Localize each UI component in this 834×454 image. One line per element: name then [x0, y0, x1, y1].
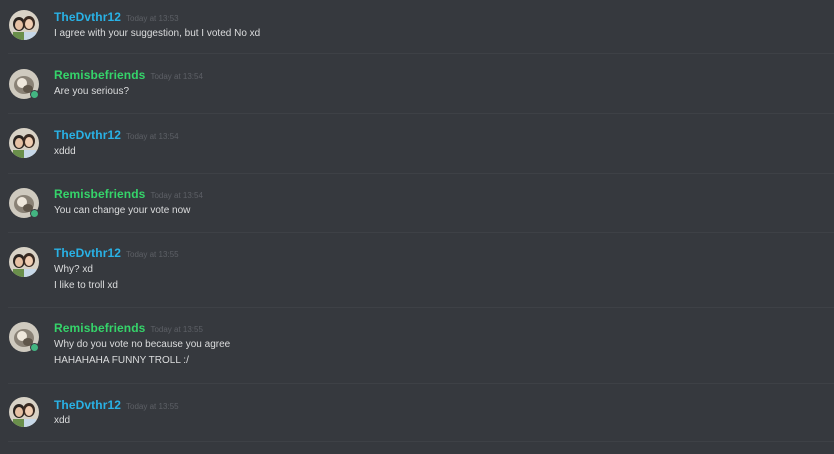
online-status-icon	[30, 90, 39, 99]
message-text: You can change your vote now	[54, 205, 191, 216]
username[interactable]: TheDvthr12	[54, 398, 121, 412]
message-group: Remisbefriends Today at 13:54 You can cha…	[0, 174, 834, 233]
message-header: Remisbefriends Today at 13:54	[54, 68, 203, 84]
timestamp: Today at 13:53	[126, 14, 179, 23]
message-text: I like to troll xd	[54, 280, 118, 291]
avatar-thedvthr12[interactable]	[9, 10, 39, 40]
message-text: xdd	[54, 415, 71, 426]
message-text: Are you serious?	[54, 86, 130, 97]
avatar-thedvthr12[interactable]	[9, 128, 39, 158]
username[interactable]: TheDvthr12	[54, 128, 121, 142]
username[interactable]: Remisbefriends	[54, 187, 145, 201]
avatar-thedvthr12[interactable]	[9, 397, 39, 427]
message-text: HAHAHAHA FUNNY TROLL :/	[54, 355, 189, 366]
message-header: TheDvthr12 Today at 13:55	[54, 246, 179, 262]
avatar-thedvthr12[interactable]	[9, 247, 39, 277]
avatar-image	[9, 128, 39, 158]
username[interactable]: TheDvthr12	[54, 246, 121, 260]
message-header: TheDvthr12 Today at 13:55	[54, 398, 179, 414]
message-group: Remisbefriends Today at 13:55 Why do you …	[0, 308, 834, 383]
username[interactable]: Remisbefriends	[54, 68, 145, 82]
online-status-icon	[30, 209, 39, 218]
timestamp: Today at 13:54	[150, 191, 203, 200]
timestamp: Today at 13:54	[150, 72, 203, 81]
message-group: TheDvthr12 Today at 13:54 xddd	[0, 114, 834, 173]
message-divider	[8, 441, 834, 442]
message-group: TheDvthr12 Today at 13:53 I agree with yo…	[0, 0, 834, 53]
message-header: Remisbefriends Today at 13:55	[54, 321, 203, 337]
username[interactable]: TheDvthr12	[54, 10, 121, 24]
avatar-image	[9, 247, 39, 277]
message-text: I agree with your suggestion, but I vote…	[54, 28, 261, 39]
online-status-icon	[30, 343, 39, 352]
timestamp: Today at 13:55	[150, 325, 203, 334]
message-text: Why do you vote no because you agree	[54, 339, 231, 350]
message-group: TheDvthr12 Today at 13:55 Why? xd I like …	[0, 233, 834, 308]
message-text: xddd	[54, 146, 76, 157]
username[interactable]: Remisbefriends	[54, 321, 145, 335]
message-header: TheDvthr12 Today at 13:54	[54, 128, 179, 144]
message-group: TheDvthr12 Today at 13:55 xdd	[0, 384, 834, 442]
timestamp: Today at 13:54	[126, 132, 179, 141]
message-text: Why? xd	[54, 264, 93, 275]
avatar-image	[9, 397, 39, 427]
message-header: Remisbefriends Today at 13:54	[54, 187, 203, 203]
avatar-image	[9, 10, 39, 40]
chat-messages: TheDvthr12 Today at 13:53 I agree with yo…	[0, 0, 834, 454]
timestamp: Today at 13:55	[126, 250, 179, 259]
timestamp: Today at 13:55	[126, 402, 179, 411]
message-header: TheDvthr12 Today at 13:53	[54, 10, 179, 26]
message-group: Remisbefriends Today at 13:54 Are you ser…	[0, 54, 834, 113]
